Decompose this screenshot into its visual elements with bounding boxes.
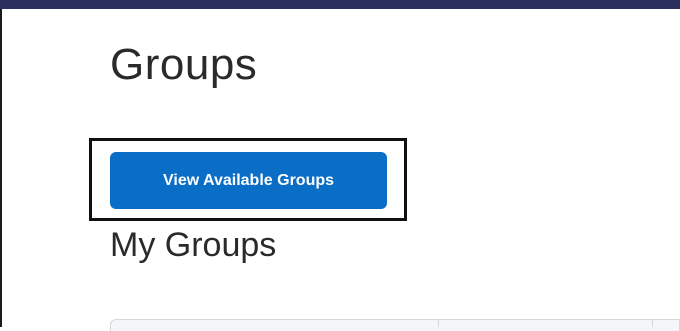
- table-column-divider: [652, 319, 653, 327]
- top-navigation-bar: [0, 0, 680, 9]
- my-groups-heading: My Groups: [110, 226, 277, 264]
- table-column-divider: [438, 319, 439, 327]
- view-available-groups-button[interactable]: View Available Groups: [110, 152, 387, 209]
- groups-table-header: [110, 319, 680, 331]
- page-title: Groups: [110, 40, 258, 89]
